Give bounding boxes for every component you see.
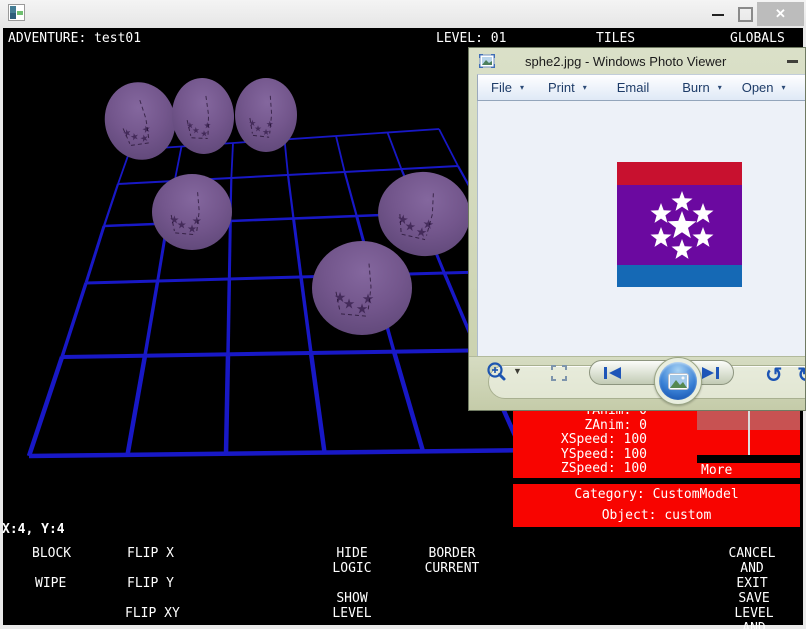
zoom-icon[interactable] <box>485 361 511 385</box>
yspeed-row[interactable]: YSpeed: 100 <box>513 448 647 463</box>
adventure-label: ADVENTURE: test01 <box>8 31 141 46</box>
svg-text:★: ★ <box>248 119 256 129</box>
main-titlebar: ✕ <box>0 0 806 28</box>
more-button[interactable]: More <box>701 463 732 478</box>
object-category-panel: Category: CustomModel Object: custom <box>513 484 800 527</box>
menu-burn[interactable]: Burn ▾ <box>682 80 721 95</box>
svg-text:★: ★ <box>203 121 212 132</box>
object-row[interactable]: Object: custom <box>513 508 800 523</box>
minimize-button[interactable] <box>712 14 724 16</box>
flag-blue-stripe <box>617 265 742 287</box>
xspeed-row[interactable]: XSpeed: 100 <box>513 433 647 448</box>
cursor-coords: X:4, Y:4 <box>2 522 65 537</box>
photo-viewer-window: sphe2.jpg - Windows Photo Viewer File ▾ … <box>468 47 806 411</box>
save-exit-button[interactable]: SAVE LEVEL AND EXIT <box>728 591 780 629</box>
chevron-down-icon: ▾ <box>583 83 587 92</box>
svg-text:★: ★ <box>169 213 179 226</box>
flip-x-button[interactable]: FLIP X <box>127 546 174 561</box>
next-icon[interactable] <box>701 366 720 380</box>
screen: ★★★★★★★★★★★★★★★★★★★★★★★★ ADVENTURE: test… <box>0 0 806 629</box>
hide-logic-button[interactable]: HIDE LOGIC <box>332 546 371 576</box>
menu-email[interactable]: Email <box>617 80 650 95</box>
category-row[interactable]: Category: CustomModel <box>513 487 800 502</box>
chevron-down-icon: ▾ <box>718 83 722 92</box>
block-button[interactable]: BLOCK <box>32 546 71 561</box>
flag-red-stripe <box>617 162 742 185</box>
menu-file[interactable]: File ▾ <box>491 80 524 95</box>
wipe-button[interactable]: WIPE <box>35 576 66 591</box>
svg-text:★: ★ <box>334 290 347 306</box>
app-icon <box>8 4 25 21</box>
picture-icon <box>668 373 689 390</box>
zanim-row[interactable]: ZAnim: 0 <box>513 419 647 434</box>
maximize-button[interactable] <box>738 7 753 22</box>
slideshow-button[interactable] <box>654 357 702 405</box>
photo-image <box>617 162 742 287</box>
zoom-dropdown-icon[interactable]: ▼ <box>513 366 522 376</box>
border-current-button[interactable]: BORDER CURRENT <box>425 546 480 576</box>
viewer-minimize-button[interactable] <box>787 60 798 63</box>
object-properties-panel: YAnim: 0 ZAnim: 0 XSpeed: 100 YSpeed: 10… <box>513 403 800 478</box>
cancel-exit-button[interactable]: CANCEL AND EXIT <box>725 546 779 591</box>
svg-text:★: ★ <box>362 292 375 308</box>
svg-text:★: ★ <box>186 121 195 132</box>
menu-open[interactable]: Open ▾ <box>742 80 786 95</box>
photo-viewer-content <box>477 101 806 356</box>
svg-text:★: ★ <box>396 212 410 228</box>
close-button[interactable]: ✕ <box>757 2 804 26</box>
menu-print[interactable]: Print ▾ <box>548 80 587 95</box>
svg-text:★: ★ <box>192 215 202 228</box>
rotate-counterclockwise-icon[interactable]: ↺ <box>765 363 783 387</box>
tiles-button[interactable]: TILES <box>596 31 635 46</box>
slideshow-button-face <box>659 362 697 400</box>
photo-viewer-menubar: File ▾ Print ▾ Email Burn ▾ Open ▾ <box>477 74 806 101</box>
actual-size-icon[interactable] <box>551 365 567 381</box>
photo-viewer-icon <box>479 54 495 68</box>
svg-text:★: ★ <box>266 120 274 130</box>
chevron-down-icon: ▾ <box>520 83 524 92</box>
zspeed-row[interactable]: ZSpeed: 100 <box>513 462 647 477</box>
photo-viewer-title: sphe2.jpg - Windows Photo Viewer <box>525 54 726 69</box>
slider-handle[interactable] <box>748 403 750 457</box>
globals-button[interactable]: GLOBALS <box>730 31 785 46</box>
level-label[interactable]: LEVEL: 01 <box>436 31 506 46</box>
flip-xy-button[interactable]: FLIP XY <box>125 606 180 621</box>
flip-y-button[interactable]: FLIP Y <box>127 576 174 591</box>
divider <box>697 455 800 463</box>
photo-viewer-toolbar: ▼ <box>469 356 806 411</box>
show-level-button[interactable]: SHOW LEVEL <box>332 591 371 621</box>
svg-text:★: ★ <box>421 217 435 233</box>
chevron-down-icon: ▾ <box>782 83 786 92</box>
rotate-clockwise-icon[interactable]: ↻ <box>797 363 806 387</box>
previous-icon[interactable] <box>603 366 622 380</box>
